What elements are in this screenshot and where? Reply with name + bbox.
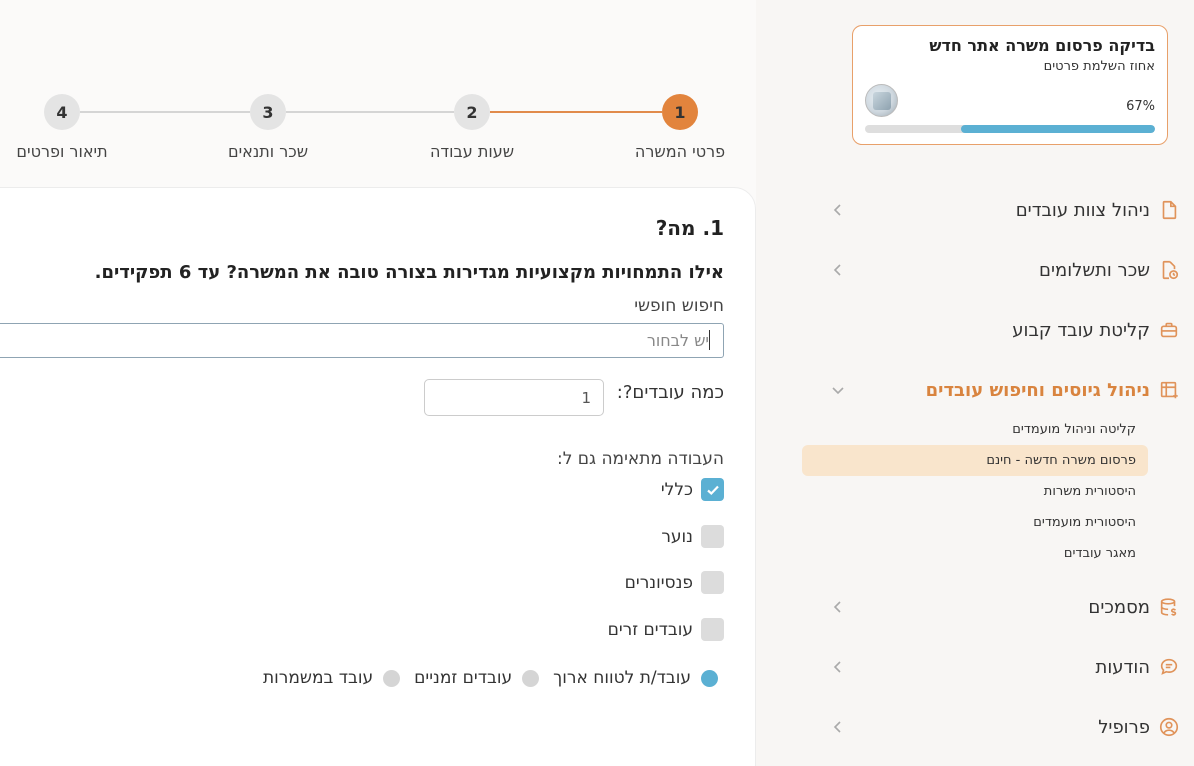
search-label: חיפוש חופשי — [634, 296, 724, 316]
checkbox-label: עובדים זרים — [607, 619, 693, 640]
step-1-label: פרטי המשרה — [634, 142, 726, 161]
step-4-label: תיאור ופרטים — [16, 142, 108, 161]
progress-card-title: בדיקה פרסום משרה אתר חדש — [929, 36, 1155, 55]
subnav-item-candidate-history[interactable]: היסטורית מועמדים — [756, 507, 1136, 538]
sidebar: בדיקה פרסום משרה אתר חדש אחוז השלמת פרטי… — [756, 0, 1194, 766]
check-icon — [706, 485, 719, 495]
subnav-item-candidates[interactable]: קליטה וניהול מועמדים — [756, 414, 1136, 445]
checkbox-unchecked[interactable] — [701, 571, 724, 594]
checkbox-pensioners[interactable]: פנסיונרים — [625, 571, 724, 594]
job-progress-card[interactable]: בדיקה פרסום משרה אתר חדש אחוז השלמת פרטי… — [852, 25, 1168, 145]
specialty-search-input[interactable] — [0, 323, 724, 358]
step-1-circle[interactable]: 1 — [662, 94, 698, 130]
radio-label: עובדים זמניים — [414, 668, 513, 688]
briefcase-icon — [1158, 319, 1180, 341]
chevron-left-icon — [833, 721, 841, 733]
step-3-label: שכר ותנאים — [227, 142, 309, 161]
nav-item-team-management[interactable]: ניהול צוות עובדים — [756, 180, 1194, 240]
radio-dot[interactable] — [383, 669, 401, 687]
worker-count-label: כמה עובדים?: — [616, 382, 724, 403]
step-4-circle[interactable]: 4 — [44, 94, 80, 130]
chevron-left-icon — [833, 204, 841, 216]
checkbox-youth[interactable]: נוער — [661, 525, 724, 548]
chevron-down-icon — [832, 387, 844, 395]
checkbox-checked[interactable] — [701, 478, 724, 501]
chevron-left-icon — [833, 601, 841, 613]
radio-temporary[interactable]: עובדים זמניים — [414, 668, 540, 688]
progress-percent: 67% — [1126, 99, 1155, 114]
nav-item-label: פרופיל — [1098, 716, 1150, 738]
nav-item-recruitment[interactable]: ניהול גיוסים וחיפוש עובדים — [756, 360, 1194, 420]
checkbox-general[interactable]: כללי — [661, 478, 724, 501]
step-2-label: שעות עבודה — [429, 142, 515, 161]
chevron-left-icon — [833, 264, 841, 276]
nav-item-label: שכר ותשלומים — [1039, 259, 1150, 281]
recruitment-subnav: קליטה וניהול מועמדים פרסום משרה חדשה - ח… — [756, 414, 1194, 569]
checkbox-foreign-workers[interactable]: עובדים זרים — [608, 618, 724, 641]
radio-shifts[interactable]: עובד במשמרות — [262, 668, 401, 688]
nav-item-label: מסמכים — [1088, 596, 1150, 618]
document-icon — [1158, 199, 1180, 221]
progress-card-subtitle: אחוז השלמת פרטים — [1043, 59, 1155, 74]
radio-label: עובד/ת לטווח ארוך — [553, 668, 691, 688]
progress-bar-fill — [960, 125, 1155, 133]
worker-count-value: 1 — [581, 388, 591, 407]
step-connector-complete — [490, 111, 662, 113]
radio-dot[interactable] — [522, 669, 540, 687]
subnav-item-employee-pool[interactable]: מאגר עובדים — [756, 538, 1136, 569]
step-2-circle[interactable]: 2 — [454, 94, 490, 130]
worker-count-input[interactable]: 1 — [424, 379, 604, 416]
radio-dot-selected[interactable] — [701, 669, 718, 687]
step-connector — [80, 111, 250, 113]
file-clock-icon — [1158, 259, 1180, 281]
checkbox-unchecked[interactable] — [701, 618, 724, 641]
nav-item-payroll[interactable]: שכר ותשלומים — [756, 240, 1194, 300]
nav-item-documents[interactable]: מסמכים — [756, 577, 1194, 637]
nav-item-messages[interactable]: הודעות — [756, 637, 1194, 697]
checkbox-label: כללי — [660, 479, 693, 500]
radio-label: עובד במשמרות — [262, 668, 374, 688]
nav-item-label: ניהול צוות עובדים — [1015, 199, 1150, 221]
step-connector — [286, 111, 454, 113]
section-title: 1. מה? — [655, 216, 724, 240]
nav-item-permanent-hire[interactable]: קליטת עובד קבוע — [756, 300, 1194, 360]
main-nav: ניהול צוות עובדים שכר ותשלומים קליטת עוב… — [756, 180, 1194, 757]
subnav-item-new-job-post[interactable]: פרסום משרה חדשה - חינם — [802, 445, 1148, 476]
nav-item-label: קליטת עובד קבוע — [1012, 319, 1150, 341]
progress-bar — [865, 125, 1155, 133]
nav-item-profile[interactable]: פרופיל — [756, 697, 1194, 757]
text-caret — [709, 330, 710, 350]
question-text: אילו התמחויות מקצועיות מגדירות בצורה טוב… — [94, 262, 724, 283]
subnav-item-job-history[interactable]: היסטורית משרות — [756, 476, 1136, 507]
checkbox-label: נוער — [661, 526, 693, 547]
chat-icon — [1158, 656, 1180, 678]
nav-item-label: הודעות — [1095, 656, 1151, 678]
chevron-left-icon — [833, 661, 841, 673]
table-plus-icon — [1158, 379, 1180, 401]
user-circle-icon — [1158, 716, 1180, 738]
checkbox-unchecked[interactable] — [701, 525, 724, 548]
coins-icon — [1158, 596, 1180, 618]
nav-item-label: ניהול גיוסים וחיפוש עובדים — [925, 379, 1150, 401]
employment-type-radios: עובד/ת לטווח ארוך עובדים זמניים עובד במש… — [249, 668, 718, 688]
checkbox-label: פנסיונרים — [624, 572, 693, 593]
radio-long-term[interactable]: עובד/ת לטווח ארוך — [553, 668, 718, 688]
job-post-stepper: 4 3 2 1 תיאור ופרטים שכר ותנאים שעות עבו… — [0, 90, 760, 170]
job-image-avatar — [865, 84, 898, 117]
suitable-for-label: העבודה מתאימה גם ל: — [556, 449, 724, 469]
step-3-circle[interactable]: 3 — [250, 94, 286, 130]
